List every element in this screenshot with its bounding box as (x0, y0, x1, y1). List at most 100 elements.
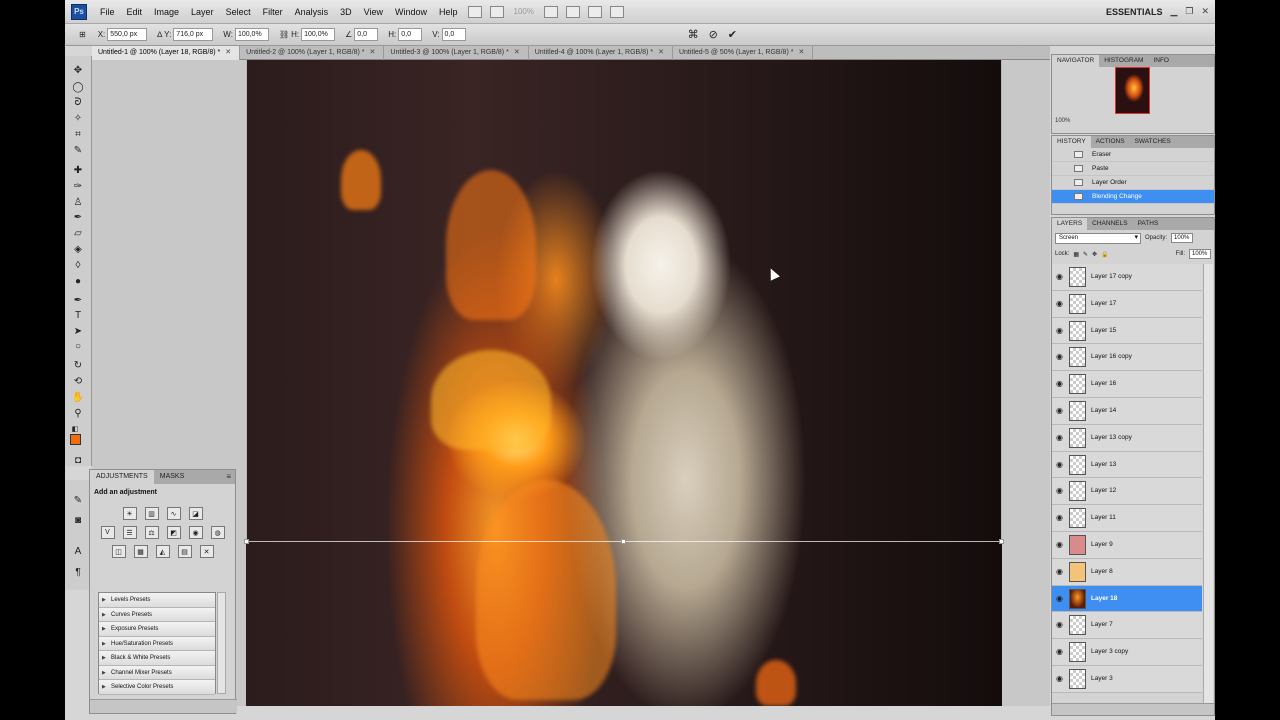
visibility-eye-icon[interactable]: ◉ (1056, 647, 1063, 656)
y-position-input[interactable]: 716,0 px (173, 28, 214, 41)
link-icon[interactable]: ⛓ (279, 30, 289, 39)
menu-help[interactable]: Help (433, 0, 464, 24)
list-item[interactable]: Curves Presets (99, 607, 215, 622)
visibility-eye-icon[interactable]: ◉ (1056, 513, 1063, 522)
ellipse-shape-icon[interactable]: ○ (71, 340, 85, 352)
layer-row[interactable]: ◉ Layer 13 (1052, 451, 1202, 479)
visibility-eye-icon[interactable]: ◉ (1056, 352, 1063, 361)
adjustments-panel-icon[interactable]: ✎ (71, 494, 85, 506)
close-icon[interactable]: ✕ (1201, 6, 1209, 17)
history-brush-icon[interactable]: ✒ (71, 211, 85, 223)
visibility-eye-icon[interactable]: ◉ (1056, 540, 1063, 549)
tab-histogram[interactable]: HISTOGRAM (1099, 55, 1148, 67)
blend-mode-select[interactable]: Screen (1055, 232, 1141, 244)
menu-analysis[interactable]: Analysis (289, 0, 335, 24)
visibility-eye-icon[interactable]: ◉ (1056, 460, 1063, 469)
quick-mask-icon[interactable]: ◘ (71, 454, 85, 466)
list-item[interactable]: Exposure Presets (99, 622, 215, 637)
layer-row[interactable]: ◉ Layer 7 (1052, 612, 1202, 640)
layer-row[interactable]: ◉ Layer 13 copy (1052, 424, 1202, 452)
curves-icon[interactable]: ∿ (166, 507, 181, 520)
3d-rotate-icon[interactable]: ↻ (71, 359, 85, 371)
brush-tool-icon[interactable]: ✑ (71, 180, 85, 192)
visibility-eye-icon[interactable]: ◉ (1056, 594, 1063, 603)
visibility-eye-icon[interactable]: ◉ (1056, 299, 1063, 308)
view-extras-icon[interactable] (489, 5, 504, 18)
tab-info[interactable]: INFO (1148, 55, 1174, 67)
fill-input[interactable]: 100% (1189, 249, 1211, 259)
zoom-level-dropdown[interactable]: 100% (514, 7, 534, 16)
tab-navigator[interactable]: NAVIGATOR (1052, 55, 1100, 67)
history-item[interactable]: Layer Order (1052, 176, 1214, 190)
layers-scrollbar[interactable] (1203, 264, 1213, 704)
opacity-input[interactable]: 100% (1171, 233, 1194, 243)
vibrance-icon[interactable]: V (100, 526, 115, 539)
history-item[interactable]: Paste (1052, 162, 1214, 176)
selective-color-icon[interactable]: ✕ (199, 545, 214, 558)
layer-row[interactable]: ◉ Layer 15 (1052, 317, 1202, 345)
layer-row[interactable]: ◉ Layer 8 (1052, 558, 1202, 586)
history-item[interactable]: Blending Change (1052, 190, 1214, 204)
tab-untitled-5[interactable]: Untitled-5 @ 50% (Layer 1, RGB/8) * ✕ (673, 46, 814, 60)
paint-bucket-icon[interactable]: ◈ (71, 243, 85, 255)
menu-view[interactable]: View (358, 0, 389, 24)
presets-scrollbar[interactable] (217, 592, 226, 694)
gradient-map-icon[interactable]: ▤ (177, 545, 192, 558)
close-tab-icon[interactable]: ✕ (514, 49, 520, 56)
relative-position-icon[interactable]: ∆ (157, 30, 162, 39)
masks-panel-icon[interactable]: ◙ (71, 514, 85, 526)
visibility-eye-icon[interactable]: ◉ (1056, 406, 1063, 415)
hue-saturation-icon[interactable]: ☰ (122, 526, 137, 539)
width-input[interactable]: 100,0% (234, 28, 269, 41)
workspace-switcher[interactable]: ESSENTIALS (1106, 7, 1163, 17)
posterize-icon[interactable]: ▦ (133, 545, 148, 558)
close-tab-icon[interactable]: ✕ (798, 49, 804, 56)
tab-channels[interactable]: CHANNELS (1087, 218, 1132, 230)
path-selection-icon[interactable]: ➤ (71, 325, 85, 337)
x-position-input[interactable]: 550,0 px (107, 28, 148, 41)
list-item[interactable]: Black & White Presets (99, 651, 215, 666)
magic-wand-icon[interactable]: ✧ (71, 112, 85, 124)
navigator-thumbnail[interactable] (1115, 67, 1150, 114)
screen-mode-icon[interactable] (609, 5, 624, 18)
color-balance-icon[interactable]: ⚖ (144, 526, 159, 539)
layer-row[interactable]: ◉ Layer 17 (1052, 290, 1202, 318)
character-panel-icon[interactable]: A (71, 545, 85, 557)
exposure-icon[interactable]: ◪ (188, 507, 203, 520)
list-item[interactable]: Hue/Saturation Presets (99, 636, 215, 651)
visibility-eye-icon[interactable]: ◉ (1056, 567, 1063, 576)
layer-row[interactable]: ◉ Layer 17 copy (1052, 264, 1202, 291)
menu-3d[interactable]: 3D (334, 0, 358, 24)
menu-image[interactable]: Image (148, 0, 185, 24)
layer-row[interactable]: ◉ Layer 16 copy (1052, 344, 1202, 372)
visibility-eye-icon[interactable]: ◉ (1056, 433, 1063, 442)
hand-icon[interactable] (543, 5, 558, 18)
reference-point-icon[interactable]: ⊞ (79, 30, 86, 39)
tab-masks[interactable]: MASKS (154, 470, 191, 484)
rotation-input[interactable]: 0,0 (354, 28, 379, 41)
menu-select[interactable]: Select (220, 0, 257, 24)
vertical-skew-input[interactable]: 0,0 (441, 28, 466, 41)
dodge-tool-icon[interactable]: ● (71, 275, 85, 287)
tab-paths[interactable]: PATHS (1133, 218, 1164, 230)
move-tool-icon[interactable]: ✥ (71, 64, 85, 76)
brightness-contrast-icon[interactable]: ☀ (122, 507, 137, 520)
lock-all-icon[interactable]: 🔒 (1101, 251, 1108, 258)
transform-handle[interactable] (621, 539, 626, 544)
transform-handle[interactable] (244, 539, 249, 544)
visibility-eye-icon[interactable]: ◉ (1056, 486, 1063, 495)
visibility-eye-icon[interactable]: ◉ (1056, 379, 1063, 388)
foreground-color[interactable] (70, 434, 81, 445)
list-item[interactable]: Levels Presets (99, 593, 215, 608)
transform-handle[interactable] (999, 539, 1004, 544)
restore-icon[interactable]: ❐ (1185, 6, 1193, 17)
channel-mixer-icon[interactable]: ◍ (210, 526, 225, 539)
photo-filter-icon[interactable]: ◉ (188, 526, 203, 539)
bridge-icon[interactable] (467, 5, 482, 18)
tab-actions[interactable]: ACTIONS (1091, 136, 1130, 148)
list-item[interactable]: Channel Mixer Presets (99, 665, 215, 680)
tab-adjustments[interactable]: ADJUSTMENTS (90, 470, 154, 484)
type-tool-icon[interactable]: T (71, 309, 85, 321)
invert-icon[interactable]: ◫ (111, 545, 126, 558)
layer-row[interactable]: ◉ Layer 18 (1052, 585, 1202, 613)
